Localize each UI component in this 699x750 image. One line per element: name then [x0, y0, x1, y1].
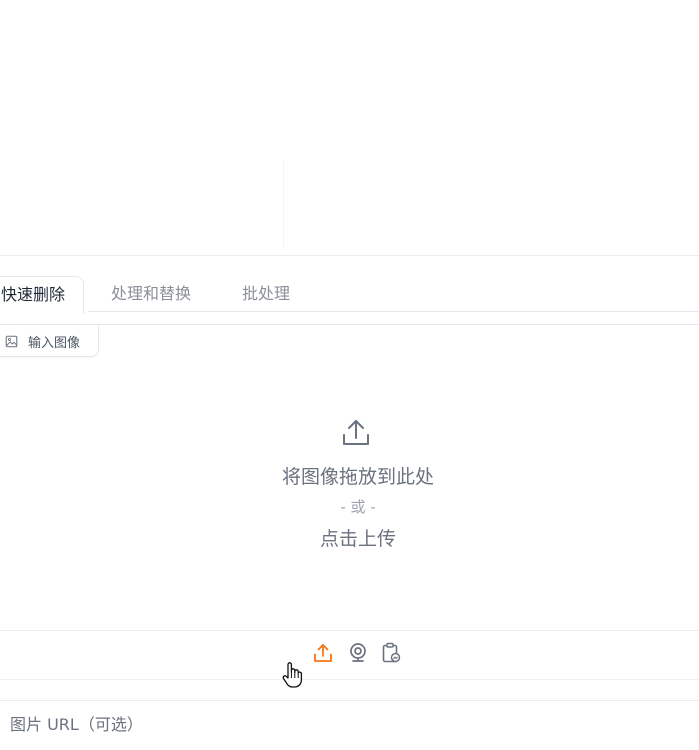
- upload-icon: [343, 420, 369, 445]
- upload-source-button[interactable]: [313, 642, 333, 664]
- top-blank-area: [0, 0, 699, 255]
- vertical-divider: [283, 160, 284, 250]
- tab-underline: [88, 311, 699, 312]
- tab-bar: 快速删除 处理和替换 批处理: [0, 276, 699, 314]
- drop-or-separator: - 或 -: [340, 498, 376, 516]
- click-to-upload-text: 点击上传: [319, 528, 396, 550]
- clipboard-source-button[interactable]: [381, 642, 401, 664]
- drop-instruction: 将图像拖放到此处: [281, 466, 434, 488]
- source-bar-bottom-divider: [0, 679, 699, 680]
- image-url-input[interactable]: [0, 701, 699, 747]
- webcam-source-button[interactable]: [348, 642, 368, 664]
- hand-cursor-icon: [282, 662, 303, 688]
- section-divider: [0, 255, 699, 256]
- page: 快速删除 处理和替换 批处理 输入图像 将图像拖放到此处 - 或 - 点击上传: [0, 0, 699, 750]
- tab-quick-remove[interactable]: 快速删除: [0, 276, 85, 314]
- tab-process-replace[interactable]: 处理和替换: [111, 276, 191, 312]
- tab-batch[interactable]: 批处理: [242, 276, 290, 312]
